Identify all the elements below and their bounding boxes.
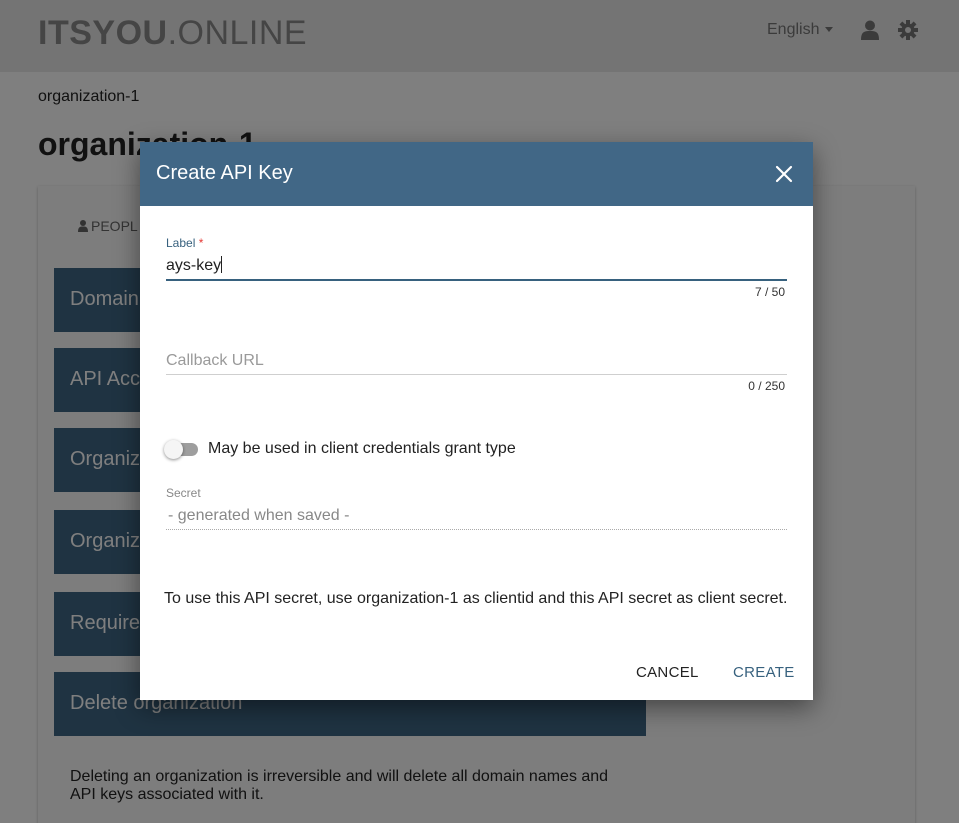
create-api-key-dialog: Create API Key Label * ays-key 7 / 50 Ca…: [140, 142, 813, 700]
label-field-label-text: Label: [166, 236, 196, 250]
callback-url-counter: 0 / 250: [748, 379, 785, 393]
required-mark: *: [198, 236, 204, 250]
label-input[interactable]: ays-key: [166, 256, 787, 281]
label-field-label: Label *: [166, 236, 203, 250]
create-button[interactable]: CREATE: [733, 664, 795, 681]
dialog-header: Create API Key: [140, 142, 813, 206]
cancel-button[interactable]: CANCEL: [636, 664, 699, 681]
label-input-value: ays-key: [166, 257, 222, 274]
callback-url-input[interactable]: Callback URL: [166, 352, 787, 375]
callback-url-placeholder: Callback URL: [166, 352, 264, 369]
text-cursor: [221, 256, 223, 273]
secret-input: - generated when saved -: [166, 507, 787, 530]
client-credentials-label[interactable]: May be used in client credentials grant …: [208, 440, 516, 458]
close-icon[interactable]: [774, 164, 794, 184]
client-credentials-toggle[interactable]: [164, 440, 199, 459]
secret-value: - generated when saved -: [168, 507, 350, 524]
label-counter: 7 / 50: [754, 285, 785, 299]
dialog-title: Create API Key: [156, 162, 293, 184]
secret-field-label: Secret: [166, 486, 201, 500]
api-secret-info: To use this API secret, use organization…: [164, 590, 788, 607]
toggle-thumb: [164, 440, 183, 459]
